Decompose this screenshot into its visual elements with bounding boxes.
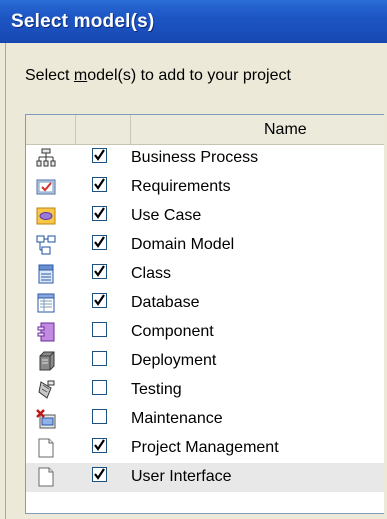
model-checkbox[interactable] <box>92 293 107 308</box>
model-name: User Interface <box>131 468 232 485</box>
list-item[interactable]: Domain Model <box>26 231 384 260</box>
component-icon <box>36 322 56 342</box>
list-item[interactable]: Business Process <box>26 144 384 173</box>
business-process-icon <box>36 148 56 168</box>
list-item[interactable]: Use Case <box>26 202 384 231</box>
use-case-icon <box>36 206 56 226</box>
model-name: Deployment <box>131 352 217 369</box>
list-header: Name <box>26 115 384 145</box>
model-name: Use Case <box>131 207 202 224</box>
list-item[interactable]: Project Management <box>26 434 384 463</box>
domain-model-icon <box>36 235 56 255</box>
instruction-accesskey: m <box>73 67 88 84</box>
maintenance-icon <box>36 409 56 429</box>
title-bar[interactable]: Select model(s) <box>0 0 387 43</box>
instruction-post: odel(s) to add to your project <box>87 67 291 84</box>
header-check-column[interactable] <box>76 115 131 144</box>
model-checkbox[interactable] <box>92 467 107 482</box>
model-list[interactable]: Name Business Process Requirements Use Cas… <box>25 114 384 514</box>
model-name: Testing <box>131 381 182 398</box>
database-icon <box>36 293 56 313</box>
model-checkbox[interactable] <box>92 148 107 163</box>
model-name: Class <box>131 265 172 282</box>
model-checkbox[interactable] <box>92 438 107 453</box>
testing-icon <box>36 380 56 400</box>
instruction-text: Select model(s) to add to your project <box>25 67 291 85</box>
list-item[interactable]: Testing <box>26 376 384 405</box>
list-item[interactable]: Maintenance <box>26 405 384 434</box>
model-name: Requirements <box>131 178 231 195</box>
list-item[interactable]: Component <box>26 318 384 347</box>
list-item[interactable]: Deployment <box>26 347 384 376</box>
class-icon <box>36 264 56 284</box>
list-item[interactable]: Database <box>26 289 384 318</box>
list-item[interactable]: Requirements <box>26 173 384 202</box>
model-checkbox[interactable] <box>92 206 107 221</box>
model-checkbox[interactable] <box>92 380 107 395</box>
model-checkbox[interactable] <box>92 264 107 279</box>
panel-edge <box>5 43 6 519</box>
model-name: Maintenance <box>131 410 223 427</box>
document-icon <box>36 438 56 458</box>
model-checkbox[interactable] <box>92 322 107 337</box>
requirements-icon <box>36 177 56 197</box>
instruction-pre: Select <box>25 67 74 84</box>
model-checkbox[interactable] <box>92 409 107 424</box>
model-name: Project Management <box>131 439 279 456</box>
list-item[interactable]: User Interface <box>26 463 384 492</box>
header-icon-column[interactable] <box>26 115 76 144</box>
document-icon <box>36 467 56 487</box>
header-name-column[interactable]: Name <box>264 121 307 139</box>
model-checkbox[interactable] <box>92 177 107 192</box>
model-name: Domain Model <box>131 236 235 253</box>
model-checkbox[interactable] <box>92 235 107 250</box>
model-checkbox[interactable] <box>92 351 107 366</box>
list-item[interactable]: Class <box>26 260 384 289</box>
window-title: Select model(s) <box>11 11 155 32</box>
model-name: Business Process <box>131 149 259 166</box>
deployment-icon <box>36 351 56 371</box>
model-name: Component <box>131 323 214 340</box>
model-name: Database <box>131 294 200 311</box>
